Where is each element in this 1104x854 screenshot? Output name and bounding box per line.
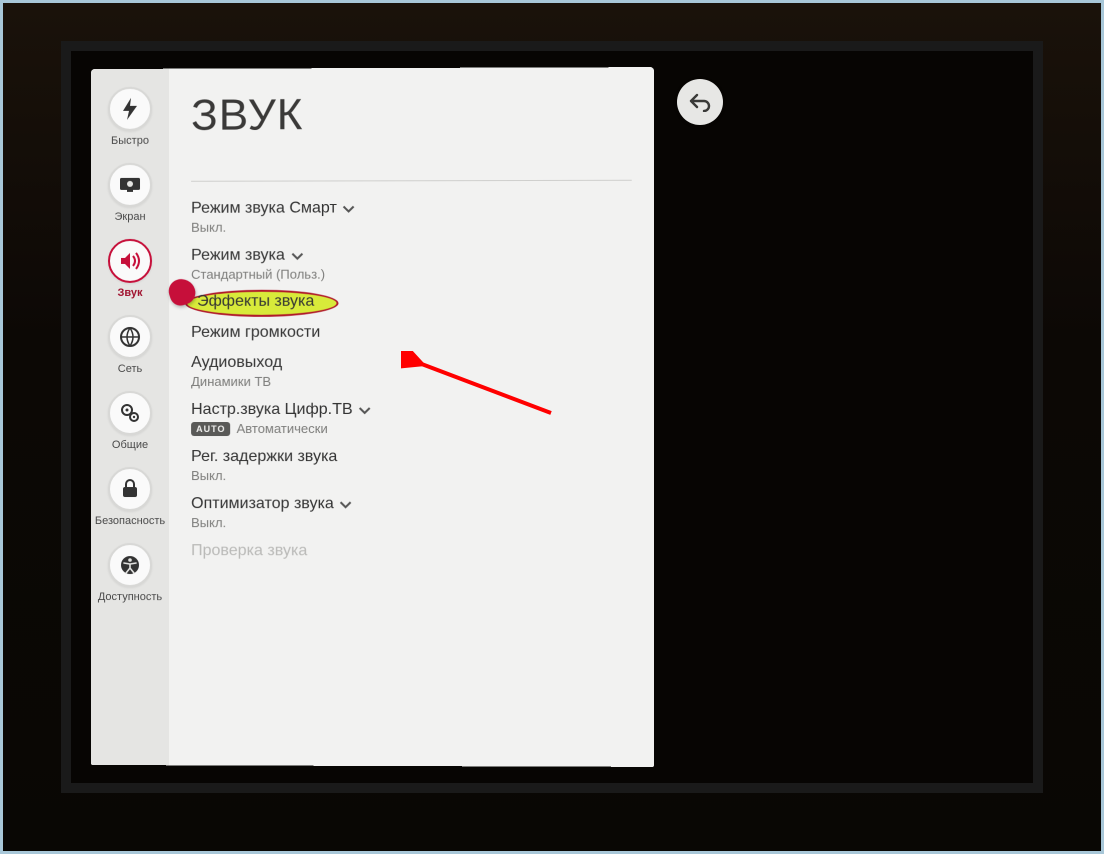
setting-sound-delay[interactable]: Рег. задержки звука Выкл. <box>191 444 632 489</box>
sidebar-item-accessibility[interactable]: Доступность <box>95 535 165 609</box>
setting-value: Выкл. <box>191 219 632 235</box>
sidebar-item-label: Безопасность <box>95 515 165 527</box>
back-arrow-icon <box>688 92 712 112</box>
setting-label: Рег. задержки звука <box>191 448 337 466</box>
back-button[interactable] <box>677 79 723 125</box>
sidebar-item-label: Сеть <box>118 363 142 375</box>
sidebar-item-quick[interactable]: Быстро <box>95 79 165 153</box>
setting-sound-mode[interactable]: Режим звука Стандартный (Польз.) <box>191 242 632 288</box>
sidebar-item-label: Доступность <box>98 591 162 603</box>
chevron-down-icon <box>291 253 303 261</box>
settings-list: Режим звука Смарт Выкл. Режим звука Стан… <box>191 195 632 567</box>
chevron-down-icon <box>340 501 352 509</box>
lock-icon <box>108 467 152 511</box>
gears-icon <box>108 391 152 435</box>
divider <box>191 180 632 182</box>
tv-screen: Быстро Экран Звук <box>61 41 1043 793</box>
setting-value: Автоматически <box>237 421 328 436</box>
highlight-annotation: Эффекты звука <box>185 290 338 317</box>
settings-panel: Быстро Экран Звук <box>91 67 654 767</box>
sidebar-item-label: Быстро <box>111 135 149 147</box>
setting-label: Настр.звука Цифр.ТВ <box>191 401 353 419</box>
setting-label: Эффекты звука <box>197 293 314 311</box>
setting-label: Режим звука <box>191 247 285 265</box>
setting-audio-output[interactable]: Аудиовыход Динамики ТВ <box>191 350 632 395</box>
access-icon <box>108 543 152 587</box>
setting-label: Оптимизатор звука <box>191 495 334 513</box>
sidebar-item-screen[interactable]: Экран <box>95 155 165 229</box>
setting-dtv-sound[interactable]: Настр.звука Цифр.ТВ AUTO Автоматически <box>191 397 632 442</box>
main-content: ЗВУК Режим звука Смарт Выкл. Режим звука <box>169 67 654 767</box>
sidebar-item-label: Экран <box>114 211 145 223</box>
setting-label: Режим звука Смарт <box>191 199 337 217</box>
setting-label: Режим громкости <box>191 324 320 342</box>
page-title: ЗВУК <box>191 89 632 140</box>
setting-label: Аудиовыход <box>191 354 282 372</box>
setting-sound-optimizer[interactable]: Оптимизатор звука Выкл. <box>191 491 632 537</box>
sound-icon <box>108 239 152 283</box>
setting-volume-mode[interactable]: Режим громкости <box>191 319 632 347</box>
sidebar-item-general[interactable]: Общие <box>95 383 165 457</box>
setting-sound-effects[interactable]: Эффекты звука placeholder <box>191 289 632 318</box>
globe-icon <box>108 315 152 359</box>
chevron-down-icon <box>343 205 355 213</box>
sidebar-item-label: Общие <box>112 439 148 451</box>
sidebar: Быстро Экран Звук <box>91 69 169 766</box>
setting-sound-check[interactable]: Проверка звука <box>191 538 632 567</box>
sidebar-item-label: Звук <box>117 287 142 299</box>
setting-value: Выкл. <box>191 515 632 530</box>
setting-smart-sound-mode[interactable]: Режим звука Смарт Выкл. <box>191 195 632 241</box>
setting-value: Динамики ТВ <box>191 374 632 389</box>
setting-value: Стандартный (Польз.) <box>191 266 632 282</box>
sidebar-item-network[interactable]: Сеть <box>95 307 165 381</box>
setting-value: Выкл. <box>191 468 632 483</box>
chevron-down-icon <box>359 407 371 415</box>
sidebar-item-sound[interactable]: Звук <box>95 231 165 305</box>
setting-label: Проверка звука <box>191 542 307 560</box>
screen-icon <box>108 163 152 207</box>
bolt-icon <box>108 87 152 131</box>
auto-badge: AUTO <box>191 422 230 436</box>
sidebar-item-security[interactable]: Безопасность <box>95 459 165 533</box>
